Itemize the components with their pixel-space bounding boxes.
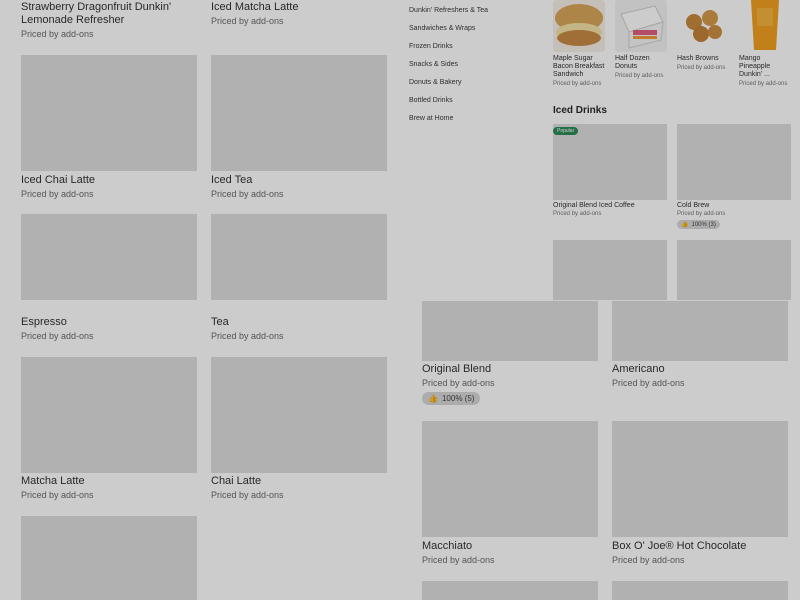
item-image-placeholder[interactable] (422, 301, 598, 361)
item-name[interactable]: Strawberry Dragonfruit Dunkin' Lemonade … (21, 1, 191, 27)
rating-value: 100% (3) (691, 221, 716, 228)
item-name[interactable]: Cold Brew (677, 202, 709, 210)
item-name[interactable]: Maple Sugar Bacon Breakfast Sandwich (553, 55, 609, 79)
item-image-placeholder[interactable] (677, 124, 791, 200)
nav-item-snacks[interactable]: Snacks & Sides (409, 61, 458, 68)
item-image-placeholder[interactable] (612, 421, 788, 537)
item-image-placeholder[interactable] (553, 124, 667, 200)
item-name[interactable]: Iced Tea (211, 174, 252, 187)
item-name[interactable]: Original Blend (422, 363, 491, 376)
quadrant-divider-horizontal (0, 300, 800, 301)
item-image-placeholder[interactable] (422, 581, 598, 600)
panel-top-left: Strawberry Dragonfruit Dunkin' Lemonade … (0, 0, 400, 300)
item-name[interactable]: Iced Matcha Latte (211, 1, 298, 14)
item-name[interactable]: Mango Pineapple Dunkin' ... (739, 55, 779, 79)
item-name[interactable]: Box O' Joe® Hot Chocolate (612, 540, 746, 553)
item-price: Priced by add-ons (553, 81, 602, 87)
item-image-placeholder[interactable] (612, 581, 788, 600)
item-price: Priced by add-ons (21, 29, 94, 39)
popular-badge: Popular (553, 127, 579, 135)
item-price: Priced by add-ons (422, 555, 495, 565)
section-title-iced-drinks: Iced Drinks (553, 105, 607, 116)
item-price: Priced by add-ons (553, 211, 602, 217)
item-image-placeholder[interactable] (21, 214, 197, 300)
item-name[interactable]: Tea (211, 316, 229, 329)
nav-item-brew-at-home[interactable]: Brew at Home (409, 115, 453, 122)
rating-badge: 👍 100% (3) (677, 220, 720, 229)
item-image-placeholder[interactable] (553, 240, 667, 300)
item-name[interactable]: Half Dozen Donuts (615, 55, 655, 71)
panel-top-right: Dunkin' Refreshers & Tea Sandwiches & Wr… (401, 0, 800, 300)
nav-item-donuts[interactable]: Donuts & Bakery (409, 79, 462, 86)
item-price: Priced by add-ons (21, 331, 94, 341)
item-price: Priced by add-ons (612, 555, 685, 565)
thumbs-up-icon: 👍 (428, 394, 438, 403)
item-image-placeholder[interactable] (21, 55, 197, 171)
item-price: Priced by add-ons (422, 378, 495, 388)
item-name[interactable]: Americano (612, 363, 665, 376)
nav-item-bottled[interactable]: Bottled Drinks (409, 97, 453, 104)
item-price: Priced by add-ons (21, 189, 94, 199)
item-image-placeholder[interactable] (612, 301, 788, 361)
hash-browns-image[interactable] (677, 0, 729, 52)
item-name[interactable]: Macchiato (422, 540, 472, 553)
sandwich-image[interactable] (553, 0, 605, 52)
nav-item-refreshers[interactable]: Dunkin' Refreshers & Tea (409, 7, 488, 14)
item-image-placeholder[interactable] (21, 516, 197, 600)
item-image-placeholder[interactable] (211, 214, 387, 300)
panel-bottom-right: Original Blend Priced by add-ons 👍 100% … (401, 301, 800, 600)
item-price: Priced by add-ons (21, 490, 94, 500)
item-price: Priced by add-ons (211, 189, 284, 199)
nav-item-frozen[interactable]: Frozen Drinks (409, 43, 453, 50)
item-name[interactable]: Hash Browns (677, 55, 719, 63)
item-image-placeholder[interactable] (211, 55, 387, 171)
rating-value: 100% (5) (441, 394, 475, 403)
item-price: Priced by add-ons (677, 65, 726, 71)
rating-badge: 👍 100% (5) (422, 392, 481, 405)
item-image-placeholder[interactable] (211, 357, 387, 473)
item-name[interactable]: Iced Chai Latte (21, 174, 95, 187)
item-price: Priced by add-ons (211, 331, 284, 341)
donut-box-image[interactable] (615, 0, 667, 52)
drink-cup-image[interactable] (739, 0, 791, 52)
item-price: Priced by add-ons (211, 490, 284, 500)
item-price: Priced by add-ons (677, 211, 726, 217)
item-image-placeholder[interactable] (677, 240, 791, 300)
nav-item-sandwiches[interactable]: Sandwiches & Wraps (409, 25, 475, 32)
item-name[interactable]: Matcha Latte (21, 475, 85, 488)
item-price: Priced by add-ons (739, 81, 788, 87)
item-image-placeholder[interactable] (422, 421, 598, 537)
item-name[interactable]: Chai Latte (211, 475, 261, 488)
item-name[interactable]: Espresso (21, 316, 67, 329)
thumbs-up-icon: 👍 (681, 222, 689, 228)
item-name[interactable]: Original Blend Iced Coffee (553, 202, 635, 210)
item-image-placeholder[interactable] (21, 357, 197, 473)
panel-bottom-left: Espresso Priced by add-ons Tea Priced by… (0, 301, 400, 600)
item-price: Priced by add-ons (612, 378, 685, 388)
item-price: Priced by add-ons (615, 73, 664, 79)
item-price: Priced by add-ons (211, 16, 284, 26)
